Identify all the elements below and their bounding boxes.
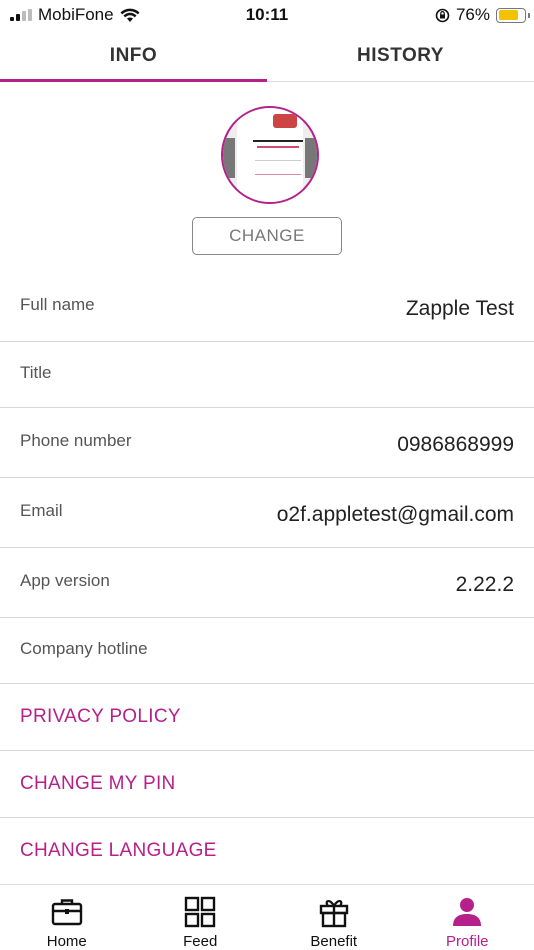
avatar-decoration [305,138,317,178]
battery-icon [496,7,530,23]
change-pin-link[interactable]: CHANGE MY PIN [20,773,176,795]
person-icon [453,898,482,926]
field-label: Email [20,500,63,520]
field-label: Company hotline [20,638,148,658]
change-language-link[interactable]: CHANGE LANGUAGE [20,840,217,862]
field-full-name: Full name Zapple Test [0,272,534,342]
field-label: Title [20,362,52,382]
status-bar: MobiFone 10:11 76% [0,0,534,30]
briefcase-icon [51,899,82,926]
orientation-lock-icon [435,8,450,22]
grid-icon [185,896,216,928]
field-value: o2f.appletest@gmail.com [276,502,514,526]
battery-percent: 76% [455,5,490,24]
field-company-hotline: Company hotline [0,618,534,684]
field-label: App version [20,570,110,590]
profile-info-list: Full name Zapple Test Title Phone number… [0,272,534,885]
nav-label: Feed [183,933,218,950]
field-title: Title [0,342,534,408]
change-language-row[interactable]: CHANGE LANGUAGE [0,818,534,885]
field-app-version: App version 2.22.2 [0,548,534,618]
tab-bar: INFO HISTORY [0,30,534,82]
avatar-decoration [223,138,235,178]
avatar[interactable] [221,106,319,204]
nav-benefit[interactable]: Benefit [267,885,401,950]
tab-history[interactable]: HISTORY [267,30,534,81]
nav-home[interactable]: Home [0,885,134,950]
avatar-image [237,108,303,202]
field-phone-number: Phone number 0986868999 [0,408,534,478]
nav-profile[interactable]: Profile [401,885,534,950]
privacy-policy-row[interactable]: PRIVACY POLICY [0,684,534,751]
gift-icon [319,900,348,928]
battery-fill [498,10,518,20]
field-value: 2.22.2 [455,572,514,596]
status-right: 76% [435,5,530,25]
nav-label: Profile [445,933,489,950]
change-avatar-button[interactable]: CHANGE [192,217,342,255]
change-pin-row[interactable]: CHANGE MY PIN [0,751,534,818]
nav-label: Home [46,933,87,950]
privacy-policy-link[interactable]: PRIVACY POLICY [20,706,181,728]
field-value: 0986868999 [397,432,514,456]
field-email: Email o2f.appletest@gmail.com [0,478,534,548]
nav-label: Benefit [310,933,358,950]
nav-feed[interactable]: Feed [134,885,268,950]
field-label: Full name [20,294,95,314]
field-value: Zapple Test [405,296,514,320]
tab-info[interactable]: INFO [0,30,267,82]
bottom-nav: Home Feed Benefit Profile [0,884,534,950]
field-label: Phone number [20,430,132,450]
